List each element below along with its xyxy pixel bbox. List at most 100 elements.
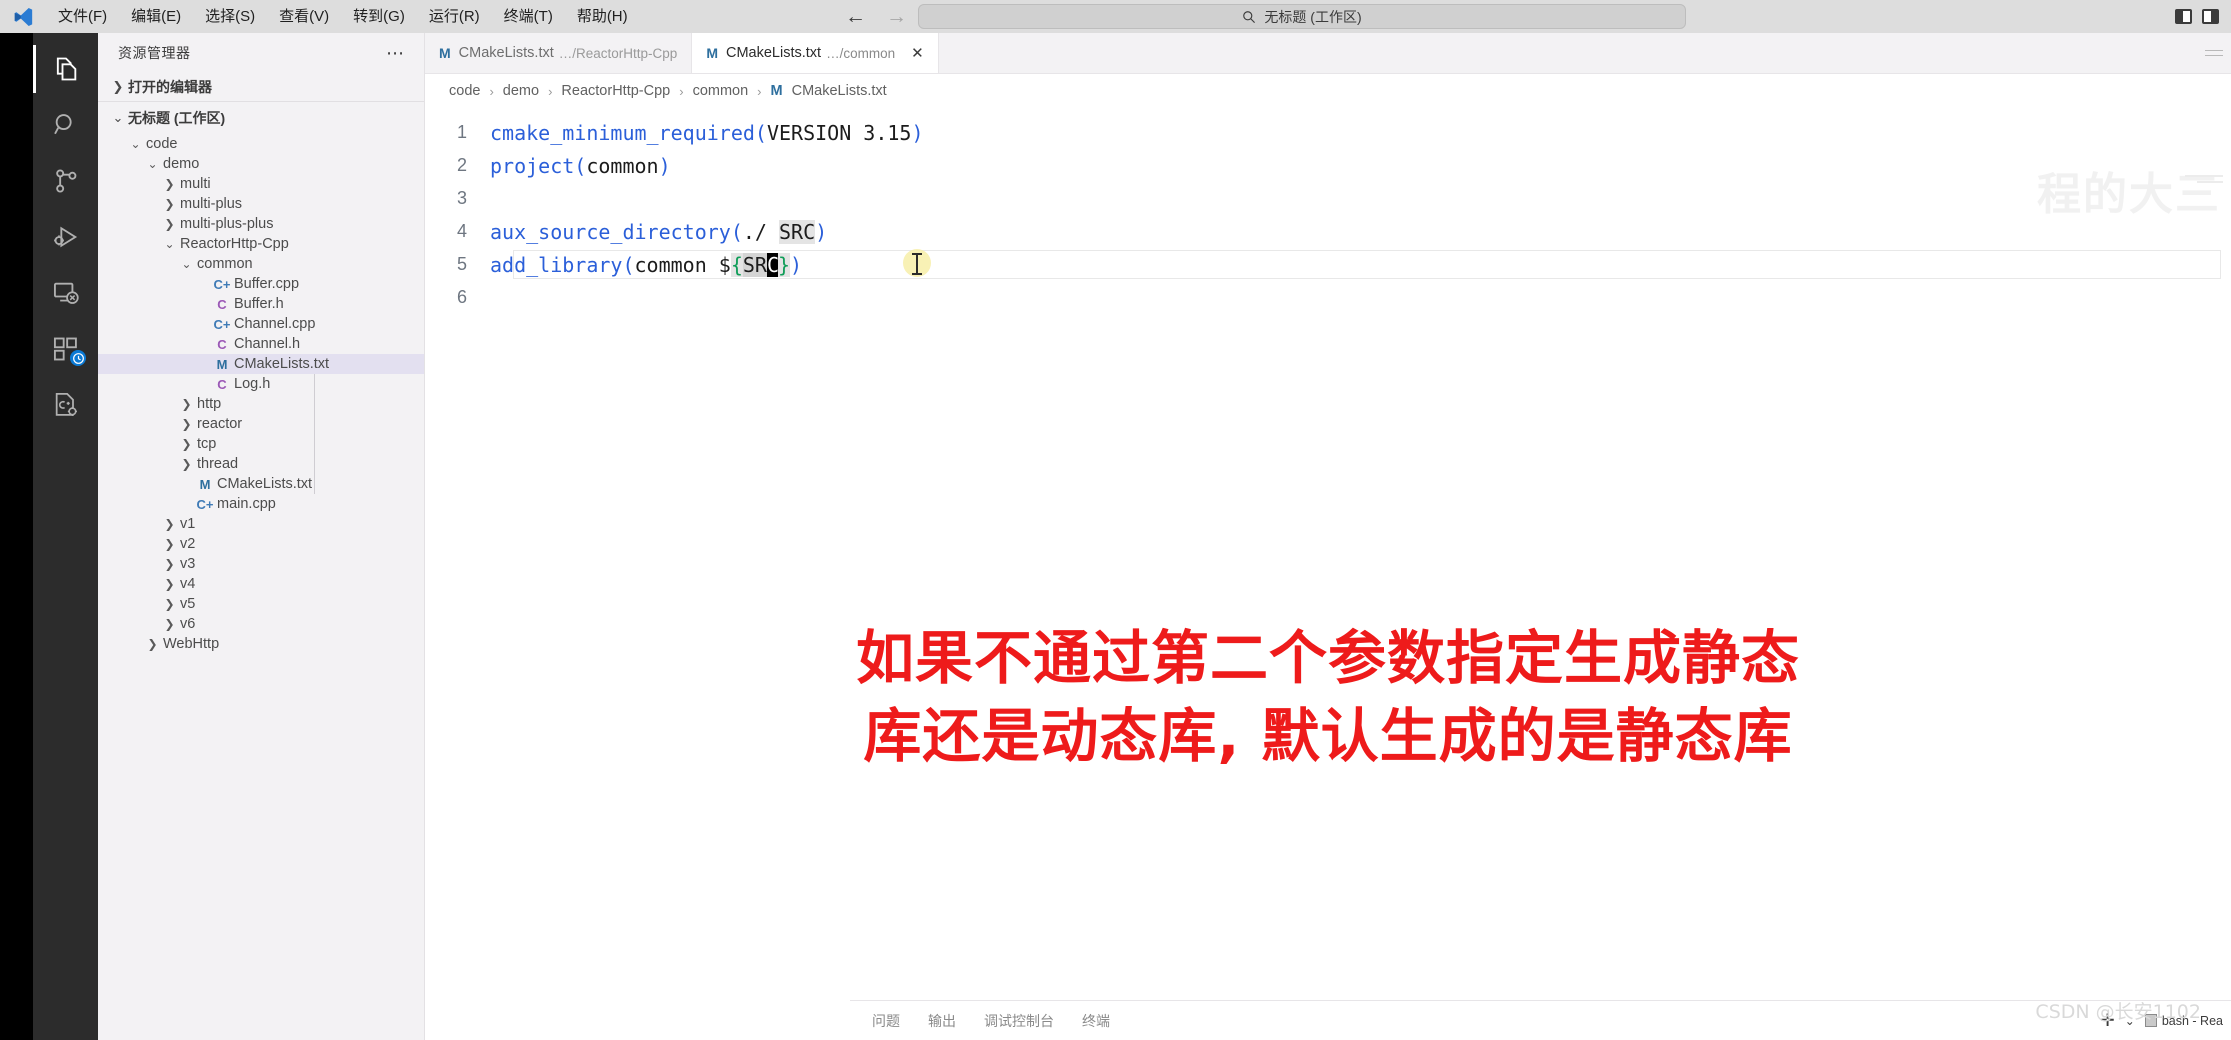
menu-help[interactable]: 帮助(H) <box>565 0 640 33</box>
chevron-right-icon: ❯ <box>164 597 175 611</box>
extensions-clock-badge <box>70 350 86 366</box>
layout-sidebar-left-icon[interactable] <box>2175 9 2192 24</box>
tree-folder[interactable]: ❯ thread <box>98 454 424 474</box>
chevron-right-icon: ❯ <box>147 637 158 651</box>
tree-file[interactable]: C+ Buffer.cpp <box>98 274 424 294</box>
panel-tab-output[interactable]: 输出 <box>928 1011 956 1031</box>
chevron-right-icon: ❯ <box>164 197 175 211</box>
line-number: 4 <box>456 221 467 241</box>
tree-file[interactable]: C+ Channel.cpp <box>98 314 424 334</box>
tree-folder[interactable]: ❯ v3 <box>98 554 424 574</box>
tree-folder[interactable]: ⌄ ReactorHttp-Cpp <box>98 234 424 254</box>
line-content: cmake_minimum_required(VERSION 3.15) <box>490 120 924 145</box>
panel-tab-debug-console[interactable]: 调试控制台 <box>984 1011 1054 1031</box>
tree-item-label: thread <box>197 456 239 472</box>
tree-item-label: Channel.h <box>234 336 301 352</box>
tree-folder[interactable]: ⌄ demo <box>98 154 424 174</box>
tree-file[interactable]: C Buffer.h <box>98 294 424 314</box>
tree-item-label: Buffer.cpp <box>234 276 300 292</box>
tree-folder[interactable]: ❯ multi-plus-plus <box>98 214 424 234</box>
activity-item-source-control[interactable] <box>33 153 98 209</box>
tree-folder[interactable]: ⌄ common <box>98 254 424 274</box>
tree-file[interactable]: C Log.h <box>98 374 424 394</box>
quick-input-search[interactable]: 无标题 (工作区) <box>918 4 1686 29</box>
chevron-down-icon: ⌄ <box>112 109 124 125</box>
tree-folder[interactable]: ❯ v1 <box>98 514 424 534</box>
breadcrumb-common[interactable]: common <box>693 83 749 99</box>
tree-folder[interactable]: ⌄ code <box>98 134 424 154</box>
code-editor[interactable]: 程的大三 1 cmake_minimum_required(VERSION 3.… <box>425 108 2231 986</box>
csdn-watermark: CSDN @长安1102 <box>2035 1001 2201 1023</box>
chevron-right-icon: › <box>757 83 762 99</box>
window-left-edge <box>0 33 33 1040</box>
activity-item-explorer[interactable] <box>33 41 98 97</box>
cmake-file-icon: M <box>439 45 451 61</box>
header-file-icon: C <box>217 336 227 352</box>
tree-item-label: code <box>146 136 178 152</box>
code-lines: 1 cmake_minimum_required(VERSION 3.15) 2… <box>425 108 2231 314</box>
editor-tab-common-cmakelists[interactable]: M CMakeLists.txt …/common ✕ <box>692 33 939 73</box>
bottom-panel: 问题 输出 调试控制台 终端 ✛ ⌄ bash - Rea <box>850 1000 2231 1040</box>
ellipsis-icon[interactable]: ⋯ <box>386 44 406 62</box>
section-open-editors[interactable]: ❯ 打开的编辑器 <box>98 73 424 102</box>
menu-go[interactable]: 转到(G) <box>341 0 417 33</box>
chevron-right-icon: ❯ <box>164 617 175 631</box>
tree-item-label: WebHttp <box>163 636 220 652</box>
breadcrumb-demo[interactable]: demo <box>503 83 539 99</box>
menu-view[interactable]: 查看(V) <box>267 0 341 33</box>
tree-file[interactable]: M CMakeLists.txt <box>98 474 424 494</box>
line-content: add_library(common ${SRC}) <box>490 252 803 277</box>
tree-file[interactable]: C+ main.cpp <box>98 494 424 514</box>
editor-tab-reactorhttp-cmakelists[interactable]: M CMakeLists.txt …/ReactorHttp-Cpp <box>425 33 693 73</box>
menu-bar: 文件(F) 编辑(E) 选择(S) 查看(V) 转到(G) 运行(R) 终端(T… <box>46 0 640 33</box>
clock-icon <box>72 352 84 364</box>
menu-terminal[interactable]: 终端(T) <box>492 0 565 33</box>
breadcrumb-file[interactable]: CMakeLists.txt <box>792 83 887 99</box>
back-arrow-icon[interactable]: ← <box>845 6 866 27</box>
tree-folder[interactable]: ❯ http <box>98 394 424 414</box>
tree-folder[interactable]: ❯ tcp <box>98 434 424 454</box>
line-number: 1 <box>456 122 467 142</box>
menu-run[interactable]: 运行(R) <box>417 0 492 33</box>
sidebar-header: 资源管理器 ⋯ <box>98 33 424 73</box>
tree-file[interactable]: C Channel.h <box>98 334 424 354</box>
section-workspace[interactable]: ⌄ 无标题 (工作区) <box>98 102 424 133</box>
split-editor-icon[interactable] <box>2205 47 2223 61</box>
close-icon[interactable]: ✕ <box>911 44 924 62</box>
tree-file[interactable]: M CMakeLists.txt <box>98 354 424 374</box>
menu-selection[interactable]: 选择(S) <box>193 0 267 33</box>
tree-folder[interactable]: ❯ v4 <box>98 574 424 594</box>
tree-folder[interactable]: ❯ reactor <box>98 414 424 434</box>
tree-folder[interactable]: ❯ multi <box>98 174 424 194</box>
menu-file[interactable]: 文件(F) <box>46 0 119 33</box>
forward-arrow-icon[interactable]: → <box>886 6 907 27</box>
layout-panel-icon[interactable] <box>2202 9 2219 24</box>
cpp-file-icon: C+ <box>196 496 214 512</box>
panel-tab-terminal[interactable]: 终端 <box>1082 1011 1110 1031</box>
tree-folder[interactable]: ❯ WebHttp <box>98 634 424 654</box>
tree-item-label: multi-plus <box>180 196 243 212</box>
activity-item-extensions[interactable] <box>33 321 98 377</box>
workspace-label: 无标题 (工作区) <box>128 109 226 126</box>
code-line-6: 6 <box>425 281 2231 314</box>
tree-folder[interactable]: ❯ v2 <box>98 534 424 554</box>
tree-item-label: CMakeLists.txt <box>217 476 313 492</box>
breadcrumb-code[interactable]: code <box>449 83 480 99</box>
tree-folder[interactable]: ❯ v5 <box>98 594 424 614</box>
chevron-right-icon: › <box>679 83 684 99</box>
activity-item-cpp-config[interactable] <box>33 377 98 433</box>
tree-item-label: v2 <box>180 536 196 552</box>
activity-item-remote-explorer[interactable] <box>33 265 98 321</box>
menu-edit[interactable]: 编辑(E) <box>119 0 193 33</box>
activity-item-search[interactable] <box>33 97 98 153</box>
navigation-arrows: ← → <box>845 0 907 33</box>
tree-folder[interactable]: ❯ multi-plus <box>98 194 424 214</box>
activity-item-run-and-debug[interactable] <box>33 209 98 265</box>
chevron-right-icon: ❯ <box>112 79 124 94</box>
breadcrumb-reactorhttp-cpp[interactable]: ReactorHttp-Cpp <box>561 83 670 99</box>
chevron-down-icon: ⌄ <box>164 237 175 251</box>
line-content: project(common) <box>490 153 671 178</box>
panel-tab-problems[interactable]: 问题 <box>872 1011 900 1031</box>
tree-folder[interactable]: ❯ v6 <box>98 614 424 634</box>
tree-item-label: CMakeLists.txt <box>234 356 330 372</box>
